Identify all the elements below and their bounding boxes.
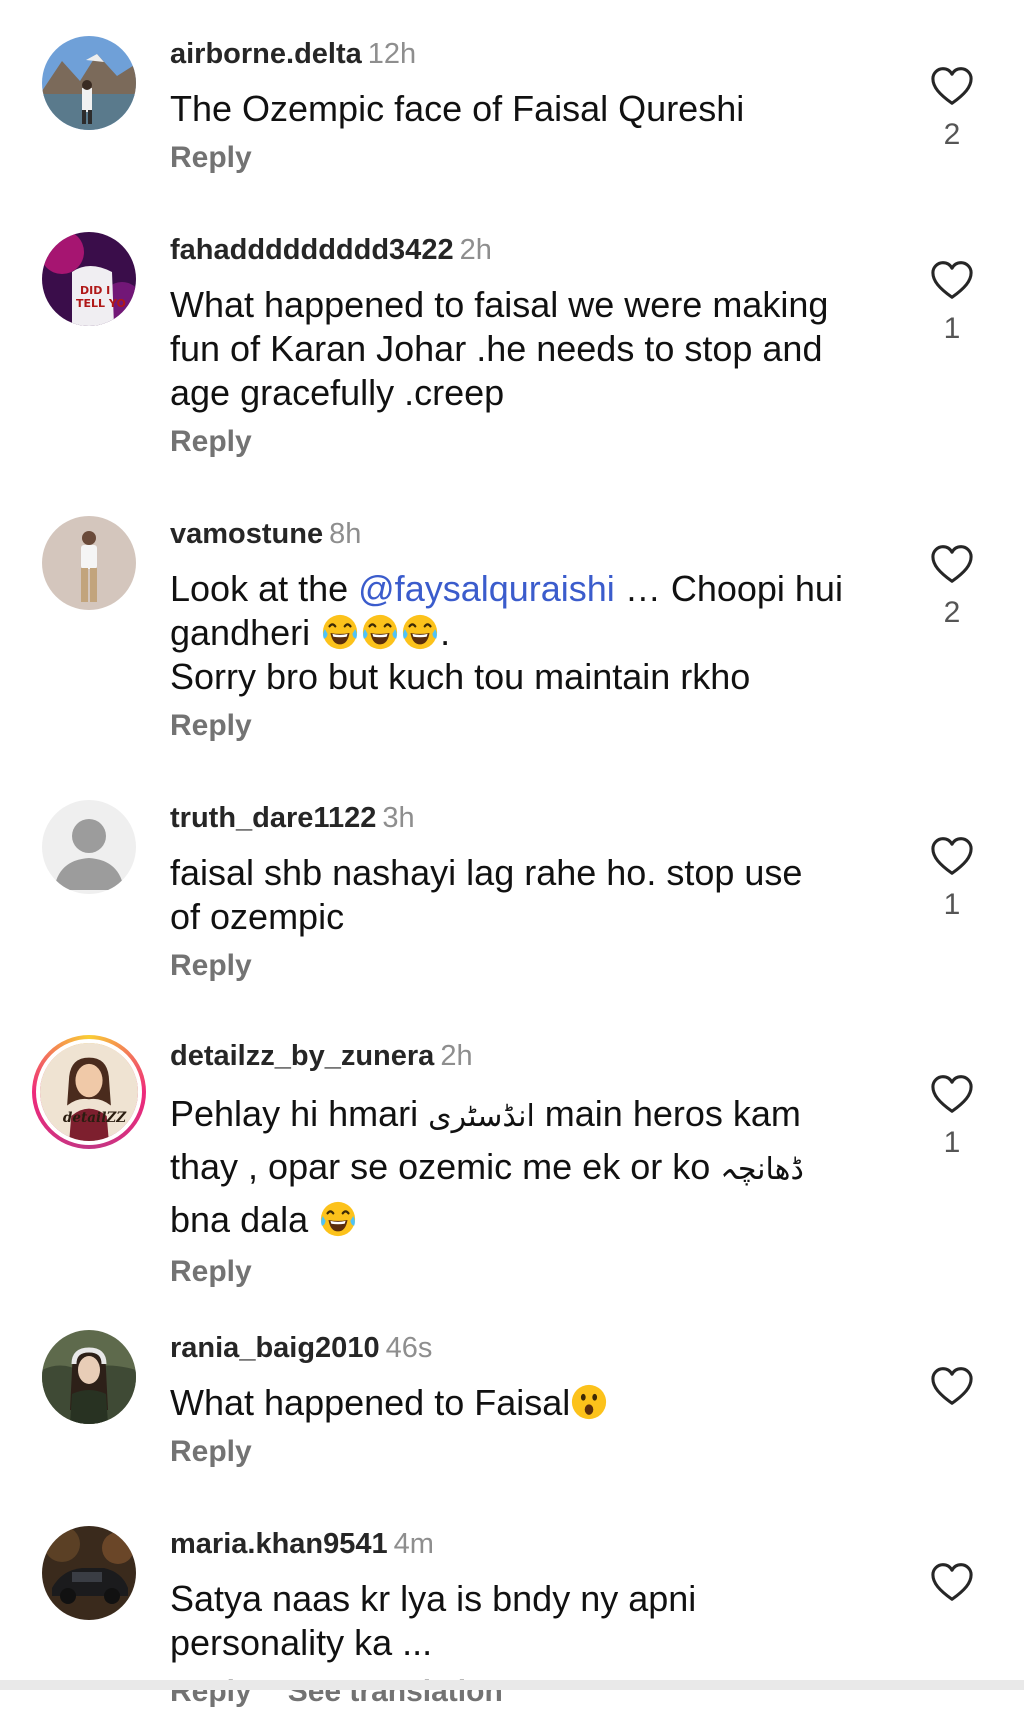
comment-text: What happened to Faisal: [170, 1381, 890, 1425]
comment-text-line: of ozempic: [170, 896, 345, 937]
comment-time: 2h: [440, 1040, 473, 1072]
urdu-text: ڈھانچہ: [720, 1152, 804, 1187]
comment-text-segment: .: [440, 612, 451, 653]
avatar[interactable]: [42, 1526, 136, 1620]
comment-text-line: age gracefully .creep: [170, 372, 505, 413]
comment-text: Pehlay hi hmari انڈسٹری main heros kam t…: [170, 1089, 890, 1245]
comment-text-segment: main heros kam: [534, 1093, 801, 1134]
username[interactable]: truth_dare1122: [170, 802, 376, 834]
laughing-tears-emoji: [321, 613, 359, 651]
username[interactable]: airborne.delta: [170, 38, 362, 70]
like-control: 1: [930, 260, 974, 346]
reply-actions: Reply See translation: [170, 1673, 890, 1711]
comment-time: 4m: [393, 1528, 434, 1560]
like-count: 2: [943, 596, 961, 629]
comment-text-segment: … Choopi hui: [614, 568, 843, 609]
laughing-tears-emoji: [401, 613, 439, 651]
comment-text-line: fun of Karan Johar .he needs to stop and: [170, 328, 823, 369]
comment-text: faisal shb nashayi lag rahe ho. stop use…: [170, 851, 890, 939]
heart-outline-icon[interactable]: [930, 66, 974, 106]
comment-text: The Ozempic face of Faisal Qureshi: [170, 88, 745, 129]
comment-time: 2h: [459, 234, 492, 266]
avatar: detailZZ: [40, 1043, 138, 1141]
like-count: 1: [943, 888, 961, 921]
avatar[interactable]: DID I TELL YO: [42, 232, 136, 326]
comment-time: 46s: [385, 1332, 433, 1364]
reply-button[interactable]: Reply: [170, 423, 890, 461]
comment-text: What happened to faisal we were making f…: [170, 283, 890, 415]
comment-text-line: Sorry bro but kuch tou maintain rkho: [170, 656, 751, 697]
bottom-edge-bar: [0, 1680, 1024, 1690]
heart-outline-icon[interactable]: [930, 1366, 974, 1406]
username[interactable]: detailzz_by_zunera: [170, 1040, 434, 1072]
like-count: 1: [943, 1126, 961, 1159]
heart-outline-icon[interactable]: [930, 260, 974, 300]
username[interactable]: maria.khan9541: [170, 1528, 388, 1560]
comment-text-line: Satya naas kr lya is bndy ny apni: [170, 1578, 697, 1619]
reply-button[interactable]: Reply: [170, 1253, 890, 1291]
reply-button[interactable]: Reply: [170, 707, 890, 745]
username[interactable]: rania_baig2010: [170, 1332, 380, 1364]
like-control: [930, 1366, 974, 1418]
like-count: 1: [943, 312, 961, 345]
avatar[interactable]: [42, 800, 136, 894]
reply-button[interactable]: Reply: [170, 947, 890, 985]
comment-text-line: personality ka ...: [170, 1622, 433, 1663]
avatar[interactable]: [42, 1330, 136, 1424]
username[interactable]: fahaddddddddd3422: [170, 234, 454, 266]
astonished-emoji: [570, 1383, 608, 1421]
comment-text-segment: Look at the: [170, 568, 359, 609]
heart-outline-icon[interactable]: [930, 1562, 974, 1602]
laughing-tears-emoji: [361, 613, 399, 651]
svg-text:DID I: DID I: [80, 284, 110, 297]
mention-link[interactable]: @faysalquraishi: [358, 568, 615, 609]
svg-text:TELL YO: TELL YO: [76, 297, 126, 310]
heart-outline-icon[interactable]: [930, 1074, 974, 1114]
like-control: 2: [930, 66, 974, 152]
avatar[interactable]: [42, 36, 136, 130]
comment-time: 3h: [382, 802, 415, 834]
heart-outline-icon[interactable]: [930, 836, 974, 876]
comment-text-line: What happened to faisal we were making: [170, 284, 829, 325]
comment-text-line: faisal shb nashayi lag rahe ho. stop use: [170, 852, 803, 893]
svg-text:detailZZ: detailZZ: [63, 1110, 127, 1126]
comment-text: Look at the @faysalquraishi … Choopi hui…: [170, 567, 890, 699]
reply-button[interactable]: Reply: [170, 139, 890, 177]
default-avatar-icon: [42, 800, 136, 894]
like-count: 2: [943, 118, 961, 151]
like-control: [930, 1562, 974, 1614]
comment-text-segment: Pehlay hi hmari: [170, 1093, 429, 1134]
comment-text: Satya naas kr lya is bndy ny apni person…: [170, 1577, 890, 1665]
heart-outline-icon[interactable]: [930, 544, 974, 584]
laughing-tears-emoji: [319, 1200, 357, 1238]
urdu-text: انڈسٹری: [428, 1099, 535, 1134]
comment-text-segment: What happened to Faisal: [170, 1382, 571, 1423]
username[interactable]: vamostune: [170, 518, 323, 550]
comment-text-segment: gandheri: [170, 612, 321, 653]
avatar[interactable]: [42, 516, 136, 610]
comment-time: 8h: [329, 518, 362, 550]
comment-text-segment: thay , opar se ozemic me ek or ko: [170, 1146, 721, 1187]
like-control: 1: [930, 836, 974, 922]
avatar-story-ring[interactable]: detailZZ: [32, 1035, 146, 1149]
like-control: 1: [930, 1074, 974, 1160]
comment-text-segment: bna dala: [170, 1199, 319, 1240]
comment-time: 12h: [367, 38, 417, 70]
like-control: 2: [930, 544, 974, 630]
reply-button[interactable]: Reply: [170, 1433, 890, 1471]
